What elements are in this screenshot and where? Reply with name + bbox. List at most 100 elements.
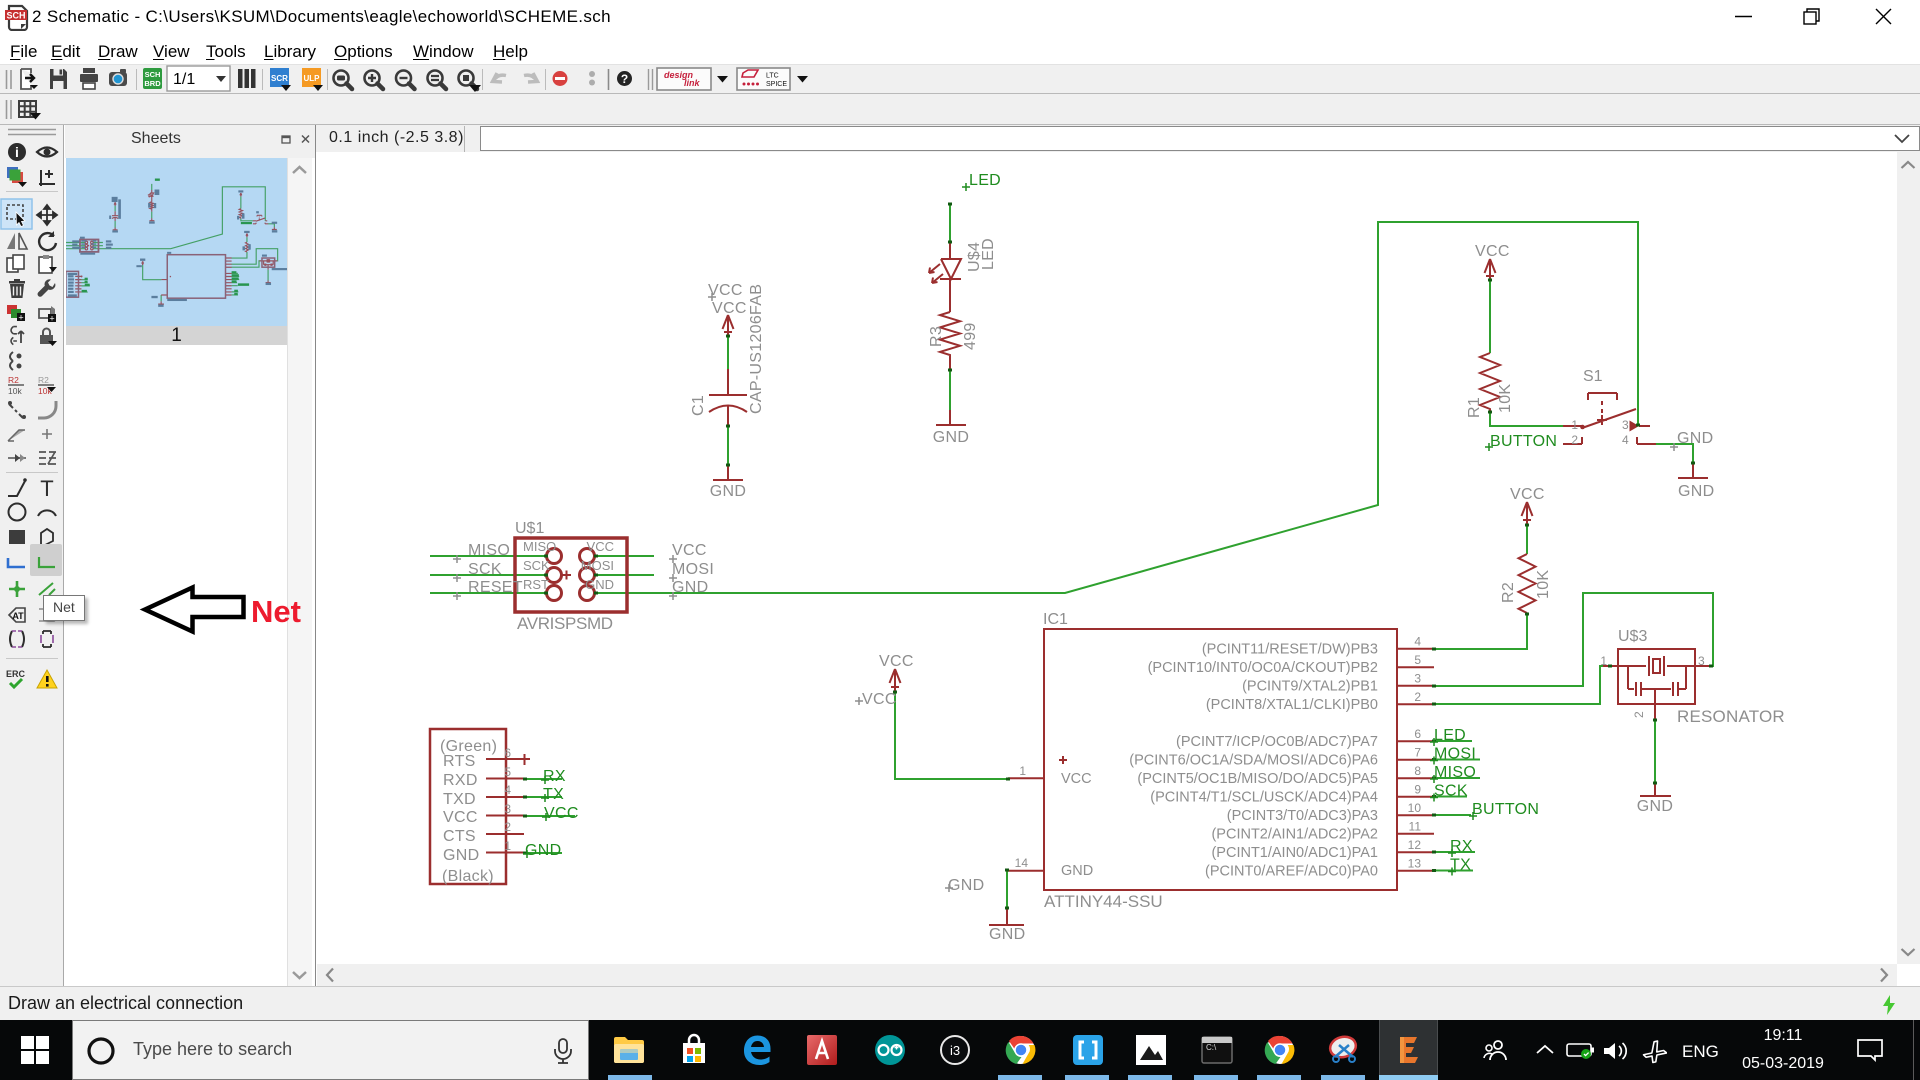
svg-text:VCC: VCC — [879, 653, 914, 670]
svg-text:10k: 10k — [8, 386, 22, 396]
svg-text:5: 5 — [1414, 653, 1421, 667]
svg-text:R1: R1 — [1466, 397, 1483, 418]
svg-text:11: 11 — [1409, 819, 1422, 833]
svg-text:U$3: U$3 — [1618, 628, 1647, 645]
svg-text:VCC: VCC — [587, 539, 614, 554]
svg-text:(PCINT7/ICP/OC0B/ADC7)PA7: (PCINT7/ICP/OC0B/ADC7)PA7 — [1176, 734, 1378, 750]
svg-text:TX: TX — [1450, 857, 1471, 874]
svg-text:+: + — [49, 314, 54, 324]
svg-text:6: 6 — [504, 746, 511, 760]
svg-text:GND: GND — [672, 579, 708, 596]
svg-text:7: 7 — [1414, 745, 1421, 759]
svg-text:CTS: CTS — [443, 828, 476, 845]
svg-text:GND: GND — [1677, 430, 1713, 447]
svg-text:R2: R2 — [1500, 582, 1517, 603]
svg-text:SCK: SCK — [1434, 783, 1468, 800]
svg-text:i3: i3 — [950, 1043, 960, 1058]
svg-text:RTS: RTS — [443, 753, 476, 770]
svg-text:SCK: SCK — [468, 561, 502, 578]
svg-text:5: 5 — [504, 765, 511, 779]
svg-text:U$1: U$1 — [515, 520, 544, 537]
svg-text:RX: RX — [1450, 838, 1473, 855]
svg-text:GND: GND — [1061, 863, 1093, 879]
svg-text:(PCINT3/T0/ADC3)PA3: (PCINT3/T0/ADC3)PA3 — [1227, 808, 1378, 824]
svg-text:C1: C1 — [690, 395, 707, 416]
svg-text:(Black): (Black) — [442, 868, 494, 885]
svg-text:(PCINT1/AIN0/ADC1)PA1: (PCINT1/AIN0/ADC1)PA1 — [1211, 845, 1378, 861]
svg-text:(PCINT4/T1/SCL/USCK/ADC4)PA4: (PCINT4/T1/SCL/USCK/ADC4)PA4 — [1150, 789, 1378, 805]
svg-text:10: 10 — [1408, 801, 1422, 815]
svg-text:RX: RX — [543, 768, 566, 785]
svg-text:CAP-US1206FAB: CAP-US1206FAB — [748, 284, 765, 414]
svg-text:13: 13 — [1408, 856, 1422, 870]
svg-text:LED: LED — [980, 238, 997, 270]
svg-text:SPICE: SPICE — [766, 81, 787, 88]
svg-text:14: 14 — [1015, 856, 1029, 870]
svg-text:S1: S1 — [1583, 368, 1603, 385]
svg-text:i: i — [15, 144, 19, 160]
svg-text:VCC: VCC — [544, 805, 579, 822]
svg-text:(PCINT8/XTAL1/CLKI)PB0: (PCINT8/XTAL1/CLKI)PB0 — [1206, 697, 1378, 713]
svg-text:2: 2 — [1414, 690, 1421, 704]
svg-text:4: 4 — [1414, 634, 1421, 648]
svg-text:MISO: MISO — [1434, 764, 1476, 781]
svg-text:(PCINT0/AREF/ADC0)PA0: (PCINT0/AREF/ADC0)PA0 — [1205, 863, 1378, 879]
svg-text:VCC: VCC — [443, 809, 478, 826]
svg-text:(PCINT5/OC1B/MISO/DO/ADC5)PA5: (PCINT5/OC1B/MISO/DO/ADC5)PA5 — [1137, 771, 1378, 787]
svg-text:4: 4 — [1622, 433, 1629, 447]
svg-text:SCH: SCH — [6, 11, 25, 21]
svg-text:T: T — [40, 476, 53, 501]
svg-text:?: ? — [621, 72, 628, 86]
svg-text:10K: 10K — [1535, 570, 1552, 599]
svg-text:RXD: RXD — [443, 772, 478, 789]
svg-text:ATTINY44-SSU: ATTINY44-SSU — [1044, 892, 1163, 911]
svg-text:1: 1 — [1600, 654, 1607, 668]
svg-text:SCH: SCH — [145, 70, 161, 79]
svg-text:MOSI: MOSI — [672, 561, 714, 578]
svg-text:AVRISPSMD: AVRISPSMD — [517, 614, 613, 633]
svg-text:3: 3 — [1622, 418, 1629, 432]
svg-text:GND: GND — [525, 842, 561, 859]
svg-text:+: + — [18, 313, 23, 323]
svg-text:RST: RST — [523, 577, 549, 592]
svg-text:499: 499 — [962, 322, 979, 350]
svg-text:GND: GND — [989, 926, 1025, 943]
svg-text:TX: TX — [543, 786, 564, 803]
svg-text:9: 9 — [1414, 782, 1421, 796]
svg-text:Net: Net — [251, 594, 301, 629]
svg-text:(PCINT10/INT0/OC0A/CKOUT)PB2: (PCINT10/INT0/OC0A/CKOUT)PB2 — [1148, 660, 1378, 676]
svg-text:link: link — [684, 78, 700, 88]
svg-text:4: 4 — [504, 783, 511, 797]
svg-text:3: 3 — [1698, 654, 1705, 668]
svg-text:AT: AT — [12, 611, 24, 621]
svg-text:GND: GND — [933, 429, 969, 446]
svg-text:LED: LED — [1434, 727, 1466, 744]
svg-text:C:\: C:\ — [1206, 1043, 1217, 1052]
svg-text:VCC: VCC — [1510, 486, 1545, 503]
svg-text:(PCINT9/XTAL2)PB1: (PCINT9/XTAL2)PB1 — [1242, 678, 1378, 694]
svg-text:BUTTON: BUTTON — [1490, 433, 1557, 450]
svg-text:MOSI: MOSI — [1434, 746, 1476, 763]
svg-text:IC1: IC1 — [1043, 611, 1068, 628]
svg-text:GND: GND — [710, 483, 746, 500]
svg-text:SCR: SCR — [271, 74, 288, 83]
svg-text:RESET: RESET — [468, 579, 523, 596]
svg-text:GND: GND — [1637, 798, 1673, 815]
svg-text:LED: LED — [969, 172, 1001, 189]
svg-text:TXD: TXD — [443, 791, 476, 808]
svg-text:VCC: VCC — [708, 282, 743, 299]
svg-text:GND: GND — [948, 877, 984, 894]
svg-text:MISO: MISO — [523, 539, 556, 554]
svg-text:SCK: SCK — [523, 558, 550, 573]
svg-text:(PCINT11/RESET/DW)PB3: (PCINT11/RESET/DW)PB3 — [1202, 641, 1378, 657]
svg-text:ULP: ULP — [304, 74, 321, 83]
svg-text:VCC: VCC — [672, 542, 707, 559]
svg-text:6: 6 — [1414, 727, 1421, 741]
svg-text:BUTTON: BUTTON — [1472, 801, 1539, 818]
svg-text:VCC: VCC — [862, 691, 897, 708]
svg-text:BRD: BRD — [144, 79, 161, 88]
svg-text:2: 2 — [1632, 711, 1646, 718]
svg-text:8: 8 — [1414, 764, 1421, 778]
svg-text:1: 1 — [1571, 418, 1578, 432]
svg-text:12: 12 — [1408, 838, 1422, 852]
